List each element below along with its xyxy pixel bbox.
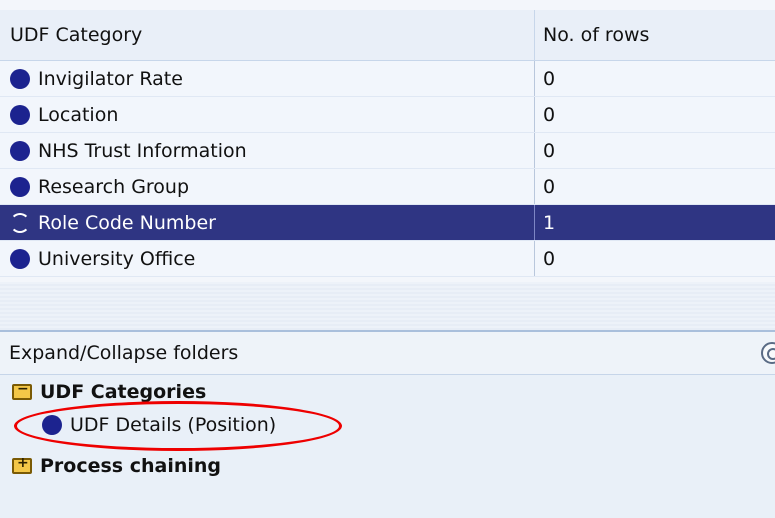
category-name: Invigilator Rate [38,67,183,90]
column-header-rows[interactable]: No. of rows [534,10,775,60]
tree-node-process-chaining[interactable]: Process chaining [12,455,221,477]
grid-empty-area [0,282,775,330]
expand-collapse-label: Expand/Collapse folders [9,342,239,364]
highlight-annotation [14,401,342,451]
row-count: 0 [534,241,775,276]
tree-node-label: Process chaining [40,455,222,477]
folder-plus-icon[interactable] [12,456,32,474]
tree-node-label: UDF Categories [40,381,207,403]
category-name: Research Group [38,175,190,198]
category-bullet-icon [10,68,30,89]
row-count: 0 [534,169,775,204]
table-row[interactable]: Location 0 [0,97,775,133]
row-count: 0 [534,133,775,168]
category-name: Location [38,103,119,126]
row-count: 0 [534,97,775,132]
table-row[interactable]: University Office 0 [0,241,775,277]
tree-header: Expand/Collapse folders [0,332,775,375]
category-name: Role Code Number [38,211,216,234]
folder-minus-icon[interactable] [12,382,32,400]
category-bullet-icon [10,248,30,269]
top-strip [0,0,775,10]
category-bullet-icon [10,176,30,197]
table-row-selected[interactable]: Role Code Number 1 [0,205,775,241]
table-row[interactable]: Invigilator Rate 0 [0,61,775,97]
grid-header: UDF Category No. of rows [0,10,775,61]
tree-node-udf-categories[interactable]: UDF Categories [12,381,206,403]
udf-category-grid: UDF Category No. of rows Invigilator Rat… [0,10,775,277]
search-icon[interactable] [761,342,775,364]
category-name: University Office [38,247,196,270]
category-bullet-icon [10,212,30,233]
category-bullet-icon [10,104,30,125]
category-bullet-icon [10,140,30,161]
row-count: 1 [534,205,775,240]
table-row[interactable]: NHS Trust Information 0 [0,133,775,169]
category-name: NHS Trust Information [38,139,247,162]
row-count: 0 [534,61,775,96]
table-row[interactable]: Research Group 0 [0,169,775,205]
column-header-category[interactable]: UDF Category [0,10,534,60]
